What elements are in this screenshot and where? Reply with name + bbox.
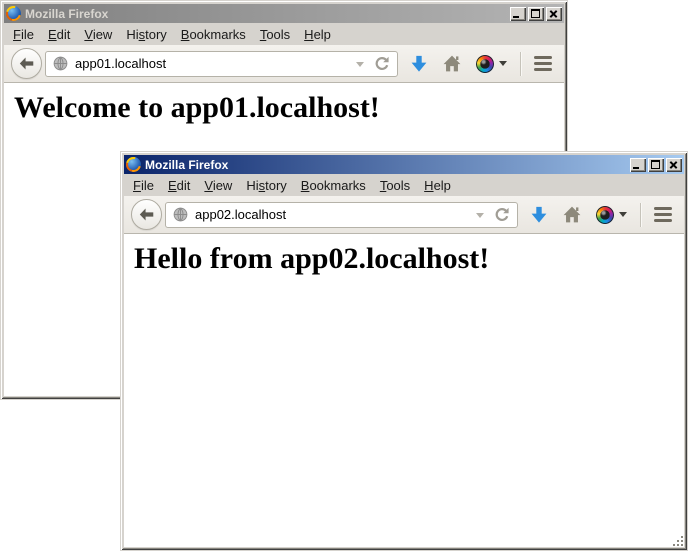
- chevron-down-icon: [619, 212, 627, 217]
- firefox-icon: [6, 6, 21, 21]
- url-bar[interactable]: app01.localhost: [45, 51, 398, 77]
- reload-icon[interactable]: [494, 207, 510, 223]
- color-wheel-icon: [476, 55, 494, 73]
- home-icon[interactable]: [443, 55, 461, 72]
- page-content: Hello from app02.localhost!: [124, 234, 684, 547]
- url-text: app02.localhost: [195, 207, 286, 222]
- minimize-icon: [633, 167, 639, 169]
- home-icon[interactable]: [563, 206, 581, 223]
- site-identity-globe-icon[interactable]: [173, 207, 188, 222]
- menu-item-history[interactable]: History: [119, 25, 173, 44]
- menu-item-edit[interactable]: Edit: [41, 25, 77, 44]
- menu-item-bookmarks[interactable]: Bookmarks: [174, 25, 253, 44]
- download-icon[interactable]: [410, 55, 428, 73]
- maximize-button[interactable]: [528, 7, 544, 21]
- menu-item-view[interactable]: View: [197, 176, 239, 195]
- toolbar-buttons: [398, 52, 564, 76]
- url-text: app01.localhost: [75, 56, 166, 71]
- minimize-icon: [513, 16, 519, 18]
- navigation-toolbar: app01.localhost: [4, 45, 564, 83]
- page-heading: Hello from app02.localhost!: [134, 242, 684, 276]
- back-arrow-icon: [139, 208, 154, 221]
- close-button[interactable]: [546, 7, 562, 21]
- toolbar-separator: [640, 203, 641, 227]
- download-icon[interactable]: [530, 206, 548, 224]
- site-identity-globe-icon[interactable]: [53, 56, 68, 71]
- menu-item-tools[interactable]: Tools: [373, 176, 417, 195]
- minimize-button[interactable]: [630, 158, 646, 172]
- addon-button[interactable]: [596, 206, 627, 224]
- close-button[interactable]: [666, 158, 682, 172]
- menu-bar: FileEditViewHistoryBookmarksToolsHelp: [4, 23, 564, 45]
- menu-item-help[interactable]: Help: [297, 25, 338, 44]
- window-title: Mozilla Firefox: [145, 158, 228, 172]
- title-bar[interactable]: Mozilla Firefox: [4, 4, 564, 23]
- urlbar-dropdown-icon[interactable]: [356, 62, 364, 67]
- firefox-icon: [126, 157, 141, 172]
- resize-grip[interactable]: [671, 534, 683, 546]
- urlbar-dropdown-icon[interactable]: [476, 213, 484, 218]
- title-bar[interactable]: Mozilla Firefox: [124, 155, 684, 174]
- menu-item-view[interactable]: View: [77, 25, 119, 44]
- window-controls: [630, 158, 682, 172]
- reload-icon[interactable]: [374, 56, 390, 72]
- menu-item-edit[interactable]: Edit: [161, 176, 197, 195]
- close-icon: [546, 7, 562, 21]
- firefox-swirl: [6, 6, 21, 21]
- close-icon: [666, 158, 682, 172]
- menu-icon[interactable]: [534, 56, 552, 71]
- color-wheel-icon: [596, 206, 614, 224]
- menu-item-help[interactable]: Help: [417, 176, 458, 195]
- back-arrow-icon: [19, 57, 34, 70]
- navigation-toolbar: app02.localhost: [124, 196, 684, 234]
- menu-item-tools[interactable]: Tools: [253, 25, 297, 44]
- back-button[interactable]: [11, 48, 42, 79]
- menu-item-file[interactable]: File: [126, 176, 161, 195]
- menu-icon[interactable]: [654, 207, 672, 222]
- toolbar-separator: [520, 52, 521, 76]
- minimize-button[interactable]: [510, 7, 526, 21]
- url-bar[interactable]: app02.localhost: [165, 202, 518, 228]
- window-title: Mozilla Firefox: [25, 7, 108, 21]
- menu-bar: FileEditViewHistoryBookmarksToolsHelp: [124, 174, 684, 196]
- menu-item-bookmarks[interactable]: Bookmarks: [294, 176, 373, 195]
- browser-window-app02: Mozilla Firefox FileEditViewHistoryBookm…: [120, 151, 688, 551]
- maximize-icon: [531, 9, 540, 18]
- menu-item-file[interactable]: File: [6, 25, 41, 44]
- page-heading: Welcome to app01.localhost!: [14, 91, 564, 125]
- menu-item-history[interactable]: History: [239, 176, 293, 195]
- firefox-swirl: [126, 157, 141, 172]
- addon-button[interactable]: [476, 55, 507, 73]
- maximize-button[interactable]: [648, 158, 664, 172]
- toolbar-buttons: [518, 203, 684, 227]
- window-controls: [510, 7, 562, 21]
- maximize-icon: [651, 160, 660, 169]
- chevron-down-icon: [499, 61, 507, 66]
- back-button[interactable]: [131, 199, 162, 230]
